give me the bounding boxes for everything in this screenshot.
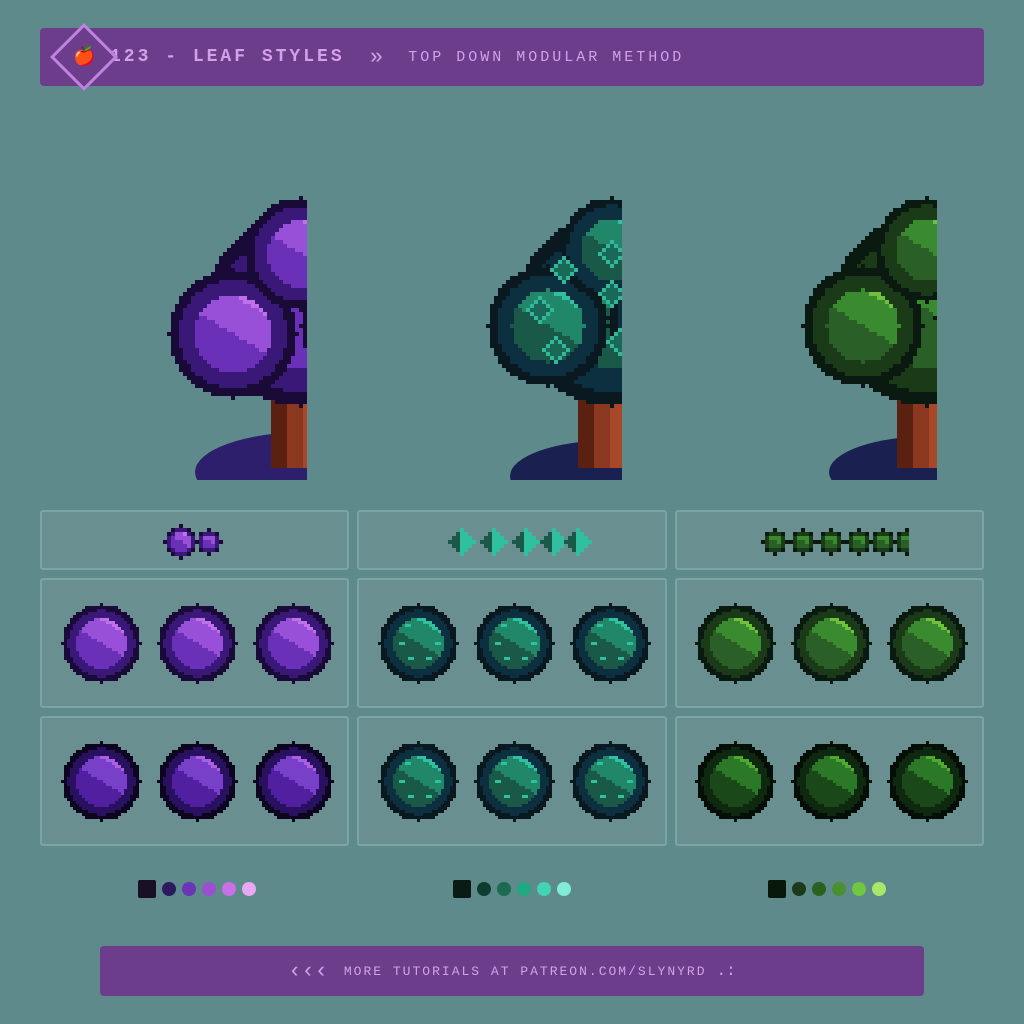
palette-dot: [453, 880, 471, 898]
tree-purple: [87, 180, 307, 480]
grid-module-green: [675, 510, 984, 570]
large-modules-teal: [372, 588, 652, 698]
small-modules-teal: [372, 726, 652, 836]
header-bar: 🍎 123 - LEAF STYLES » TOP DOWN MODULAR M…: [40, 28, 984, 86]
palette-dot: [872, 882, 886, 896]
header-dash: -: [151, 47, 192, 67]
header-arrows: »: [357, 45, 397, 70]
palette-row: [40, 880, 984, 898]
footer-bar: ‹‹‹ MORE TUTORIALS AT PATREON.COM/SLYNYR…: [100, 946, 924, 996]
header-diamond: 🍎: [50, 23, 118, 91]
palette-dot: [497, 882, 511, 896]
grid-small-teal: [357, 716, 666, 846]
palette-dot: [242, 882, 256, 896]
palette-dot: [517, 882, 531, 896]
palette-dot: [202, 882, 216, 896]
small-modules-green: [689, 726, 969, 836]
grid-module-teal: [357, 510, 666, 570]
grid-module-purple: [40, 510, 349, 570]
grid-large-green: [675, 578, 984, 708]
palette-dot: [182, 882, 196, 896]
footer-arrows-left: ‹‹‹: [288, 959, 328, 984]
palette-dot: [477, 882, 491, 896]
grid-large-teal: [357, 578, 666, 708]
tree-green: [717, 180, 937, 480]
module-icon-green: [749, 520, 909, 560]
palette-dot: [812, 882, 826, 896]
tree-teal-container: [402, 180, 622, 480]
palette-dot: [162, 882, 176, 896]
module-icon-teal: [432, 520, 592, 560]
palette-dot: [852, 882, 866, 896]
header-subtitle: TOP DOWN MODULAR METHOD: [408, 49, 684, 66]
palette-dot: [138, 880, 156, 898]
grid-small-green: [675, 716, 984, 846]
palette-dot: [537, 882, 551, 896]
palette-dot: [557, 882, 571, 896]
header-icon: 🍎: [73, 46, 95, 68]
palette-dot: [768, 880, 786, 898]
palette-group-teal: [453, 880, 571, 898]
grid-large-purple: [40, 578, 349, 708]
tree-teal: [402, 180, 622, 480]
palette-dot: [792, 882, 806, 896]
module-icon-purple: [155, 520, 235, 560]
large-modules-purple: [55, 588, 335, 698]
trees-section: [40, 110, 984, 500]
grid-section: [40, 510, 984, 846]
footer-dots: .:: [717, 962, 736, 980]
tree-purple-container: [87, 180, 307, 480]
header-leaf-styles: LEAF STYLES: [193, 47, 345, 67]
palette-dot: [832, 882, 846, 896]
large-modules-green: [689, 588, 969, 698]
small-modules-purple: [55, 726, 335, 836]
palette-group-green: [768, 880, 886, 898]
footer-text: MORE TUTORIALS AT PATREON.COM/SLYNYRD: [344, 964, 707, 979]
tree-green-container: [717, 180, 937, 480]
grid-small-purple: [40, 716, 349, 846]
palette-group-purple: [138, 880, 256, 898]
palette-dot: [222, 882, 236, 896]
